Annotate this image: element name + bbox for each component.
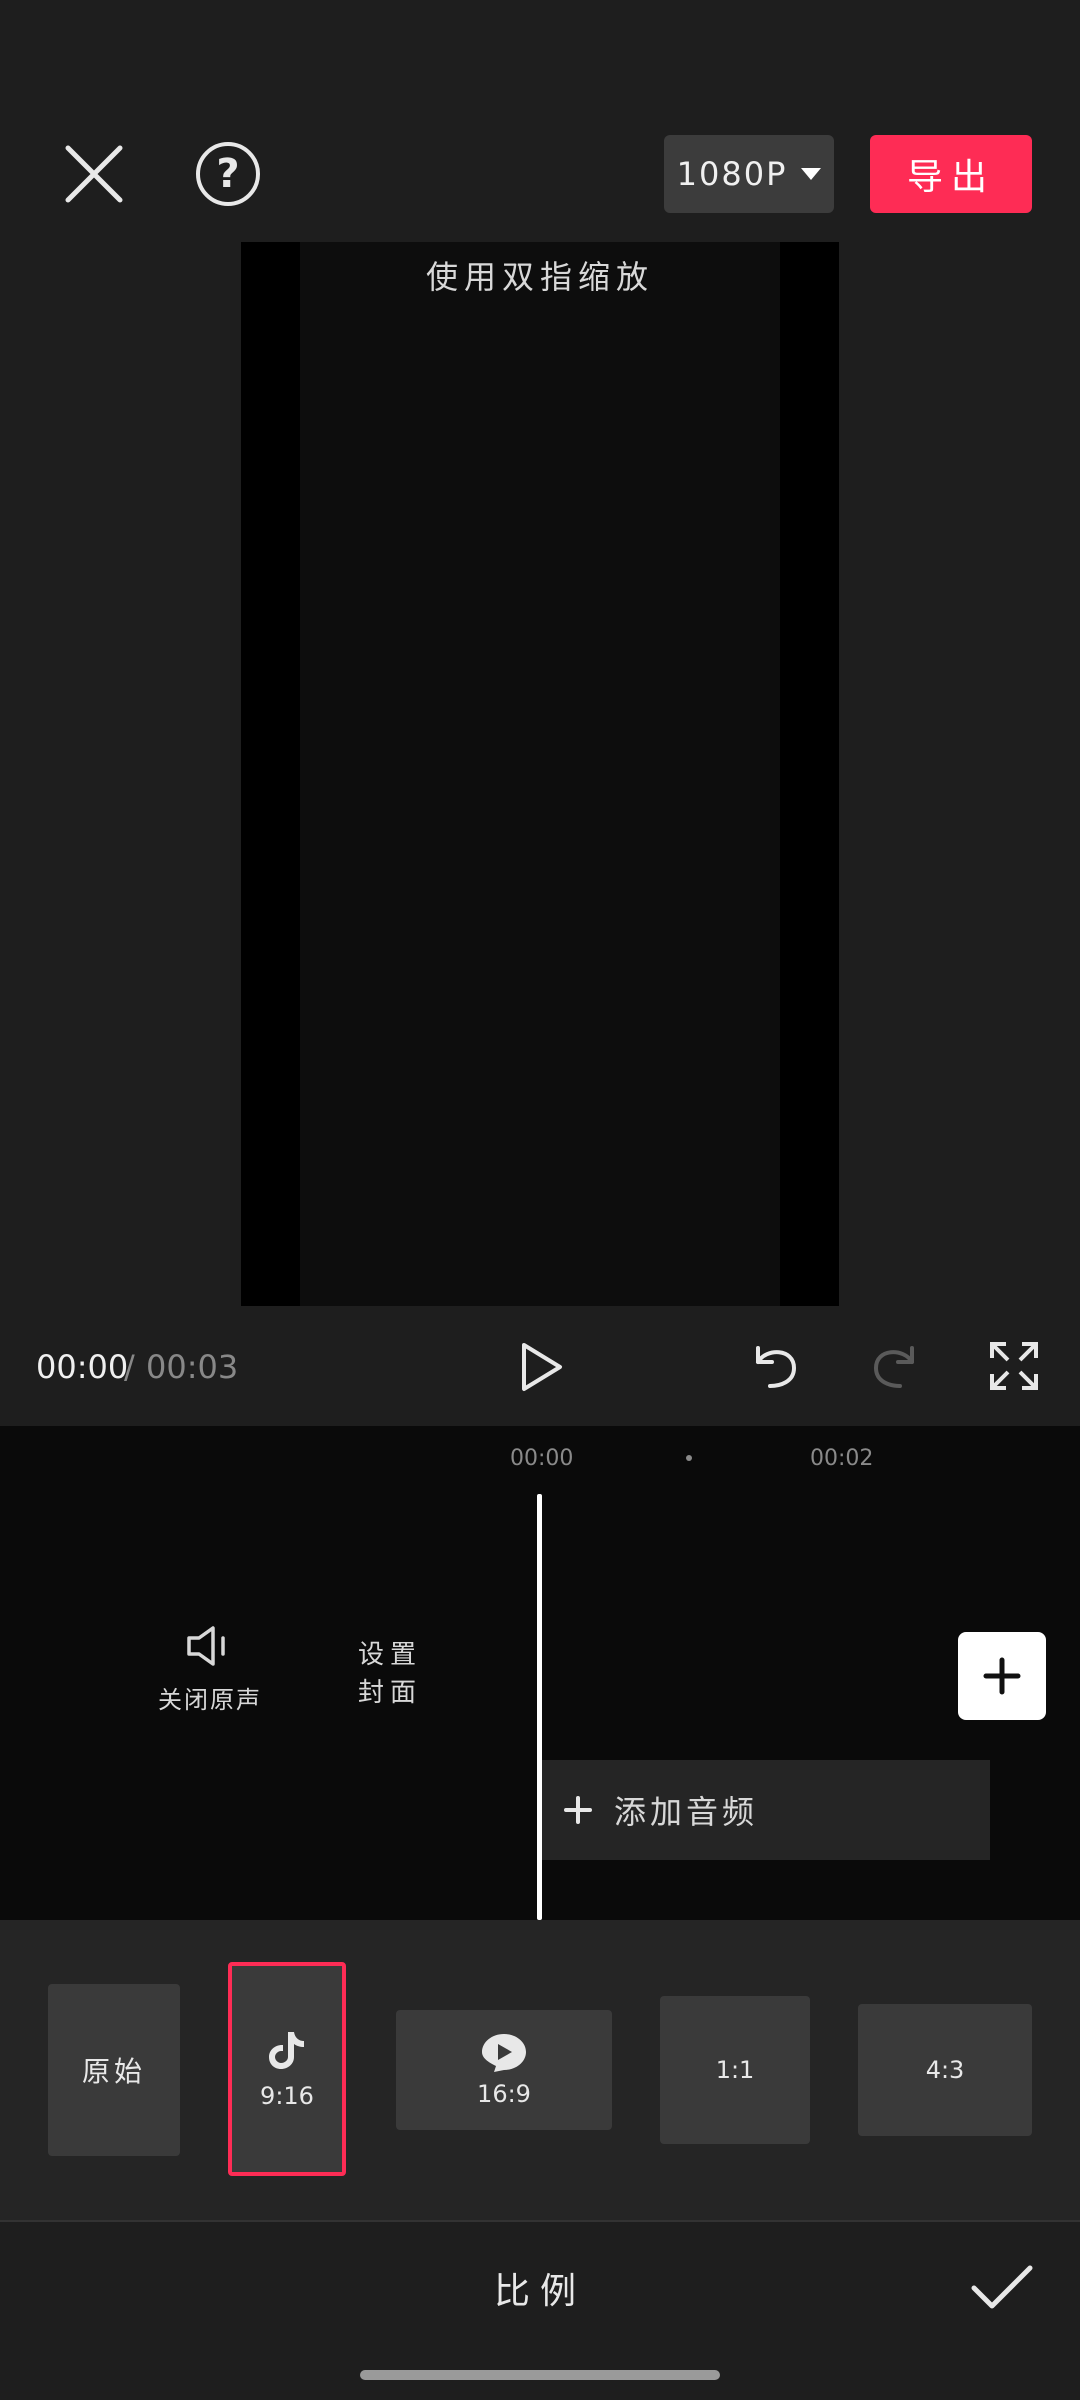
question-mark-icon: ? <box>216 151 240 197</box>
ratio-option-1-1[interactable]: 1:1 <box>660 1996 810 2144</box>
close-button[interactable] <box>58 138 130 210</box>
play-icon <box>522 1343 562 1391</box>
caret-down-icon <box>801 168 822 180</box>
undo-button[interactable] <box>748 1340 804 1392</box>
video-platform-icon <box>482 2034 526 2072</box>
export-button[interactable]: 导出 <box>870 135 1032 213</box>
total-time: 00:03 <box>146 1348 239 1386</box>
resolution-dropdown[interactable]: 1080P <box>664 135 834 213</box>
speaker-icon <box>187 1626 225 1666</box>
add-clip-button[interactable] <box>958 1632 1046 1720</box>
ratio-label: 4:3 <box>925 2056 965 2084</box>
timeline-tick: 00:00 <box>510 1446 574 1471</box>
checkmark-icon <box>971 2265 1033 2309</box>
pinch-zoom-hint: 使用双指缩放 <box>425 258 654 296</box>
set-cover-button[interactable]: 设置 封面 <box>340 1636 440 1712</box>
ratio-option-original[interactable]: 原始 <box>48 1984 180 2156</box>
undo-icon <box>756 1346 797 1388</box>
timeline-tick: 00:02 <box>810 1446 874 1471</box>
redo-icon <box>873 1346 914 1388</box>
play-button[interactable] <box>516 1340 566 1394</box>
time-separator: / <box>124 1348 135 1386</box>
ratio-option-16-9[interactable]: 16:9 <box>396 2010 612 2130</box>
playhead[interactable] <box>537 1494 542 1920</box>
plus-icon <box>983 1657 1021 1695</box>
cover-label-line2: 封面 <box>357 1678 422 1708</box>
current-time: 00:00 <box>36 1348 129 1386</box>
mute-original-audio-button[interactable]: 关闭原声 <box>150 1624 270 1715</box>
ratio-label: 9:16 <box>260 2082 314 2110</box>
resolution-label: 1080P <box>676 155 788 193</box>
ratio-option-4-3[interactable]: 4:3 <box>858 2004 1032 2136</box>
panel-title: 比例 <box>493 2271 586 2312</box>
add-audio-button[interactable]: 添加音频 <box>542 1760 990 1860</box>
redo-button[interactable] <box>866 1340 922 1392</box>
cover-label-line1: 设置 <box>357 1640 422 1670</box>
plus-icon <box>564 1796 592 1824</box>
mute-label: 关闭原声 <box>158 1686 262 1714</box>
ratio-option-9-16[interactable]: 9:16 <box>228 1962 346 2176</box>
video-frame <box>300 242 780 1306</box>
timeline-tick-dot <box>686 1455 692 1461</box>
help-button[interactable]: ? <box>196 142 260 206</box>
export-label: 导出 <box>906 157 995 198</box>
confirm-button[interactable] <box>970 2262 1034 2314</box>
tiktok-icon <box>269 2032 304 2069</box>
ratio-label: 原始 <box>81 2055 146 2088</box>
home-indicator[interactable] <box>360 2370 720 2380</box>
ratio-label: 16:9 <box>477 2080 531 2108</box>
fullscreen-icon <box>990 1342 1038 1390</box>
add-audio-label: 添加音频 <box>614 1793 759 1831</box>
fullscreen-button[interactable] <box>988 1340 1040 1392</box>
ratio-label: 1:1 <box>715 2056 755 2084</box>
close-icon <box>65 145 123 203</box>
